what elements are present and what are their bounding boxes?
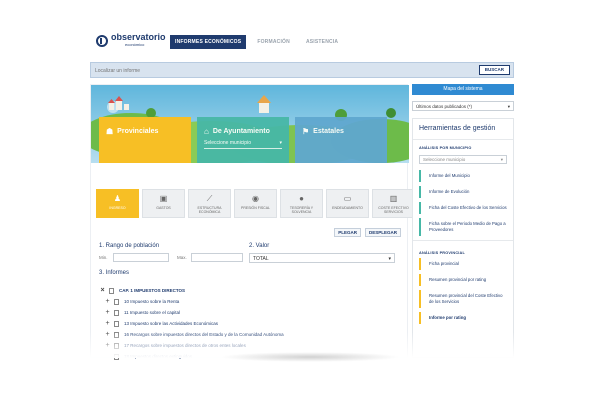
tab-endeudamiento[interactable]: ▭ ENDEUDAMIENTO: [326, 189, 369, 218]
tool-link[interactable]: Informe por rating: [419, 312, 507, 324]
municipio-select[interactable]: Seleccione municipio ▾: [204, 140, 282, 149]
bank-icon: ⌂: [204, 127, 209, 136]
nav-informes-economicos[interactable]: INFORMES ECONÓMICOS: [170, 35, 247, 49]
tree-root[interactable]: × CAP. 1 IMPUESTOS DIRECTOS: [99, 285, 399, 296]
tool-link[interactable]: Resumen provincial por rating: [419, 274, 507, 286]
min-input[interactable]: [113, 253, 169, 262]
expand-icon[interactable]: +: [104, 309, 111, 316]
tool-link[interactable]: Ficha del Coste Efectivo de los Servicio…: [419, 202, 507, 214]
collapse-button[interactable]: PLEGAR: [334, 228, 361, 237]
tab-presion-fiscal[interactable]: ◉ PRESIÓN FISCAL: [234, 189, 277, 218]
drop-shadow: [220, 352, 400, 362]
fold-controls: PLEGAR DESPLEGAR: [334, 228, 401, 237]
tile-estatales[interactable]: ⚑ Estatales: [295, 117, 387, 163]
document-icon: [114, 309, 119, 316]
nav-formacion[interactable]: FORMACIÓN: [252, 35, 295, 49]
municipal-section-title: ANÁLISIS POR MUNICIPIO: [419, 146, 472, 150]
tile-title: De Ayuntamiento: [212, 128, 270, 135]
top-navigation: observatorio económico INFORMES ECONÓMIC…: [84, 26, 520, 56]
chart-line-icon: ⟋: [206, 194, 213, 203]
tab-estructura-economica[interactable]: ⟋ ESTRUCTURA ECONÓMICA: [188, 189, 231, 218]
person-icon: ♟: [113, 194, 122, 203]
tool-link[interactable]: Resumen provincial del Coste Efectivo de…: [419, 290, 507, 308]
search-input[interactable]: [95, 66, 475, 75]
tile-provinciales[interactable]: ☗ Provinciales: [99, 117, 191, 163]
document-icon: [114, 320, 119, 327]
search-bar: BUSCAR: [90, 62, 514, 78]
reports-label: 3. Informes: [99, 270, 130, 276]
divider: [413, 240, 513, 241]
chevron-down-icon: ▾: [507, 104, 510, 109]
nav-asistencia[interactable]: ASISTENCIA: [301, 35, 343, 49]
flag-icon: ⚑: [302, 127, 310, 136]
document-icon: [109, 287, 114, 294]
tab-ingreso[interactable]: ♟ INGRESO: [96, 189, 139, 218]
min-label: Min.: [99, 255, 108, 260]
logo-icon: [96, 35, 108, 47]
people-icon: ☗: [106, 127, 114, 136]
search-button[interactable]: BUSCAR: [478, 65, 510, 75]
category-tabs: ♟ INGRESO ▣ GASTOS ⟋ ESTRUCTURA ECONÓMICA ◉…: [96, 189, 415, 218]
main-nav: INFORMES ECONÓMICOS FORMACIÓN ASISTENCIA: [170, 35, 343, 49]
latest-data-select[interactable]: Últimos datos publicados (*) ▾: [412, 101, 514, 111]
expand-button[interactable]: DESPLEGAR: [364, 228, 401, 237]
management-tools-panel: Herramientas de gestión ANÁLISIS POR MUN…: [412, 118, 514, 358]
provincial-section-title: ANÁLISIS PROVINCIAL: [419, 251, 465, 255]
report-scope-tiles: ☗ Provinciales ⌂ De Ayuntamiento Seleccion…: [99, 117, 387, 163]
tool-link[interactable]: Informe del Municipio: [419, 170, 507, 182]
tile-ayuntamiento[interactable]: ⌂ De Ayuntamiento Seleccione municipio ▾: [197, 117, 289, 163]
logo-subtitle: económico: [125, 42, 145, 47]
tree-item[interactable]: +10 Impuesto sobre la Renta: [99, 296, 399, 307]
tool-link[interactable]: Informe de Evolución: [419, 186, 507, 198]
logo[interactable]: observatorio económico: [96, 33, 166, 49]
population-range-label: 1. Rango de población: [99, 243, 160, 249]
expand-icon[interactable]: +: [104, 320, 111, 327]
logo-title: observatorio: [111, 32, 166, 42]
card-icon: ▭: [343, 194, 352, 203]
landscape-banner: ☗ Provinciales ⌂ De Ayuntamiento Seleccion…: [91, 85, 409, 163]
municipio-select[interactable]: Seleccione municipio ▾: [419, 155, 507, 164]
tree-item[interactable]: +11 Impuesto sobre el capital: [99, 307, 399, 318]
max-label: Max.: [177, 255, 187, 260]
tab-gastos[interactable]: ▣ GASTOS: [142, 189, 185, 218]
expand-icon[interactable]: +: [104, 298, 111, 305]
site-map-button[interactable]: Mapa del sistema: [412, 84, 514, 95]
tile-title: Provinciales: [117, 128, 159, 135]
tile-title: Estatales: [313, 128, 344, 135]
chevron-down-icon: ▾: [279, 140, 282, 146]
reports-panel: ☗ Provinciales ⌂ De Ayuntamiento Seleccion…: [90, 84, 415, 360]
tool-link[interactable]: Ficha provincial: [419, 258, 507, 270]
moneybag-icon: ●: [299, 194, 304, 203]
tab-tesoreria[interactable]: ● TESORERÍA Y SOLVENCIA: [280, 189, 323, 218]
gift-icon: ▣: [159, 194, 168, 203]
close-icon[interactable]: ×: [99, 287, 106, 294]
value-select[interactable]: TOTAL ▾: [249, 253, 395, 263]
max-input[interactable]: [191, 253, 243, 262]
tool-link[interactable]: Ficha sobre el Periodo Medio de Pago a P…: [419, 218, 507, 236]
tab-coste-efectivo[interactable]: ▥ COSTE EFECTIVO SERVICIOS: [372, 189, 415, 218]
tools-title: Herramientas de gestión: [413, 119, 513, 140]
trash-icon: ▥: [389, 194, 398, 203]
document-icon: [114, 298, 119, 305]
value-label: 2. Valor: [249, 243, 270, 249]
gauge-icon: ◉: [252, 194, 259, 203]
chevron-down-icon: ▾: [388, 256, 391, 262]
tree-item[interactable]: +13 Impuesto sobre las Actividades Econó…: [99, 318, 399, 329]
chevron-down-icon: ▾: [500, 157, 503, 162]
app-window: observatorio económico INFORMES ECONÓMIC…: [84, 26, 520, 360]
